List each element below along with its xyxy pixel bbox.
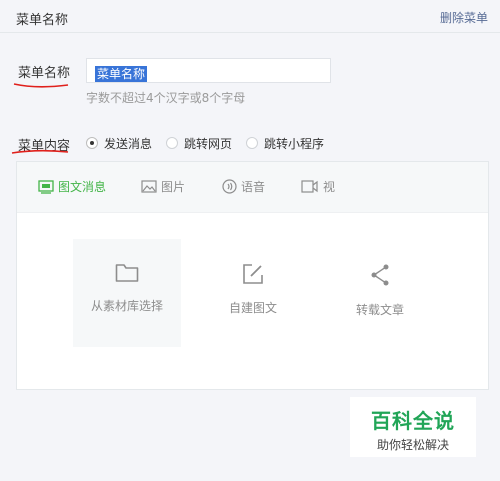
content-tabs: 图文消息 图片 语音 视 (17, 162, 488, 213)
voice-icon (222, 179, 237, 194)
annotation-underline (13, 83, 69, 88)
create-article-button[interactable]: 自建图文 (199, 239, 307, 347)
image-icon (141, 180, 157, 193)
tab-label: 图文消息 (58, 180, 107, 194)
video-icon (301, 180, 318, 193)
radio-dot-checked (86, 137, 98, 149)
tab-image[interactable]: 图片 (141, 178, 185, 195)
tab-article[interactable]: 图文消息 (38, 178, 106, 195)
radio-send-message[interactable]: 发送消息 (86, 135, 152, 152)
edit-icon (243, 264, 263, 284)
radio-label: 跳转网页 (184, 136, 233, 151)
card-label: 从素材库选择 (90, 299, 163, 313)
radio-jump-miniprogram[interactable]: 跳转小程序 (246, 135, 324, 152)
delete-menu-link[interactable]: 删除菜单 (440, 9, 488, 26)
watermark-title: 百科全说 (371, 409, 455, 433)
tab-label: 视 (323, 180, 336, 194)
watermark-subtitle: 助你轻松解决 (376, 438, 449, 452)
annotation-underline (11, 149, 69, 154)
menu-header: 菜单名称 删除菜单 (0, 0, 500, 33)
radio-label: 跳转小程序 (264, 136, 325, 151)
menu-name-hint: 字数不超过4个汉字或8个字母 (86, 91, 246, 105)
tab-label: 语音 (241, 180, 266, 194)
menu-name-selected-text: 菜单名称 (95, 66, 148, 82)
share-icon (371, 264, 389, 286)
menu-name-input[interactable]: 菜单名称 (86, 58, 331, 83)
radio-dot (166, 137, 179, 149)
folder-icon (115, 264, 139, 282)
radio-dot (246, 137, 259, 149)
radio-label: 发送消息 (104, 136, 153, 151)
card-label: 转载文章 (355, 303, 404, 317)
repost-article-button[interactable]: 转载文章 (326, 239, 434, 347)
watermark-logo: 百科全说 助你轻松解决 (350, 397, 476, 457)
tab-video[interactable]: 视 (301, 178, 335, 195)
menu-content-radio-group: 发送消息 跳转网页 跳转小程序 (86, 134, 338, 152)
article-icon (38, 179, 54, 194)
menu-header-title: 菜单名称 (16, 13, 69, 28)
card-label: 自建图文 (228, 301, 277, 315)
menu-name-label: 菜单名称 (18, 66, 71, 81)
tab-voice[interactable]: 语音 (222, 178, 265, 195)
tab-label: 图片 (161, 180, 186, 194)
select-from-library-button[interactable]: 从素材库选择 (73, 239, 181, 347)
content-panel: 图文消息 图片 语音 视 从素材库选择 自建图文 转载文章 (16, 161, 489, 390)
radio-jump-webpage[interactable]: 跳转网页 (166, 135, 232, 152)
